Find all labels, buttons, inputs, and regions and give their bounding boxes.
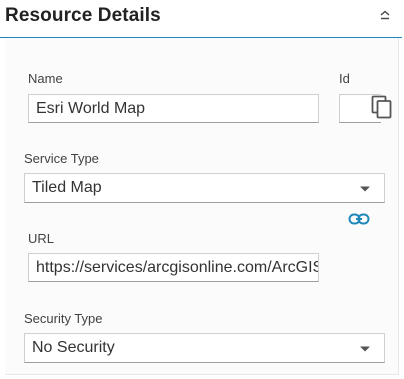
copy-icon[interactable]	[371, 95, 393, 119]
security-type-label: Security Type	[24, 311, 103, 326]
chevron-down-icon	[360, 186, 370, 192]
name-value: Esri World Map	[36, 99, 146, 117]
resource-details-panel: Resource Details Name Esri World Map Id …	[0, 0, 404, 379]
chevron-up-icon[interactable]	[378, 8, 392, 22]
panel-title: Resource Details	[5, 5, 161, 26]
service-type-select[interactable]: Tiled Map	[24, 173, 385, 203]
id-label: Id	[339, 71, 350, 86]
url-value: https://services/arcgisonline.com/ArcGIS	[36, 258, 319, 276]
url-input[interactable]: https://services/arcgisonline.com/ArcGIS	[28, 253, 319, 282]
resource-form: Name Esri World Map Id Service Type Tile…	[5, 38, 399, 375]
name-input[interactable]: Esri World Map	[28, 94, 319, 123]
panel-header[interactable]: Resource Details	[0, 0, 402, 38]
chevron-down-icon	[360, 346, 370, 352]
url-label: URL	[28, 231, 55, 246]
service-type-label: Service Type	[24, 151, 99, 166]
link-icon[interactable]	[348, 212, 370, 226]
name-label: Name	[28, 71, 63, 86]
security-type-value: No Security	[32, 339, 115, 356]
security-type-select[interactable]: No Security	[24, 333, 385, 363]
service-type-value: Tiled Map	[32, 179, 102, 196]
